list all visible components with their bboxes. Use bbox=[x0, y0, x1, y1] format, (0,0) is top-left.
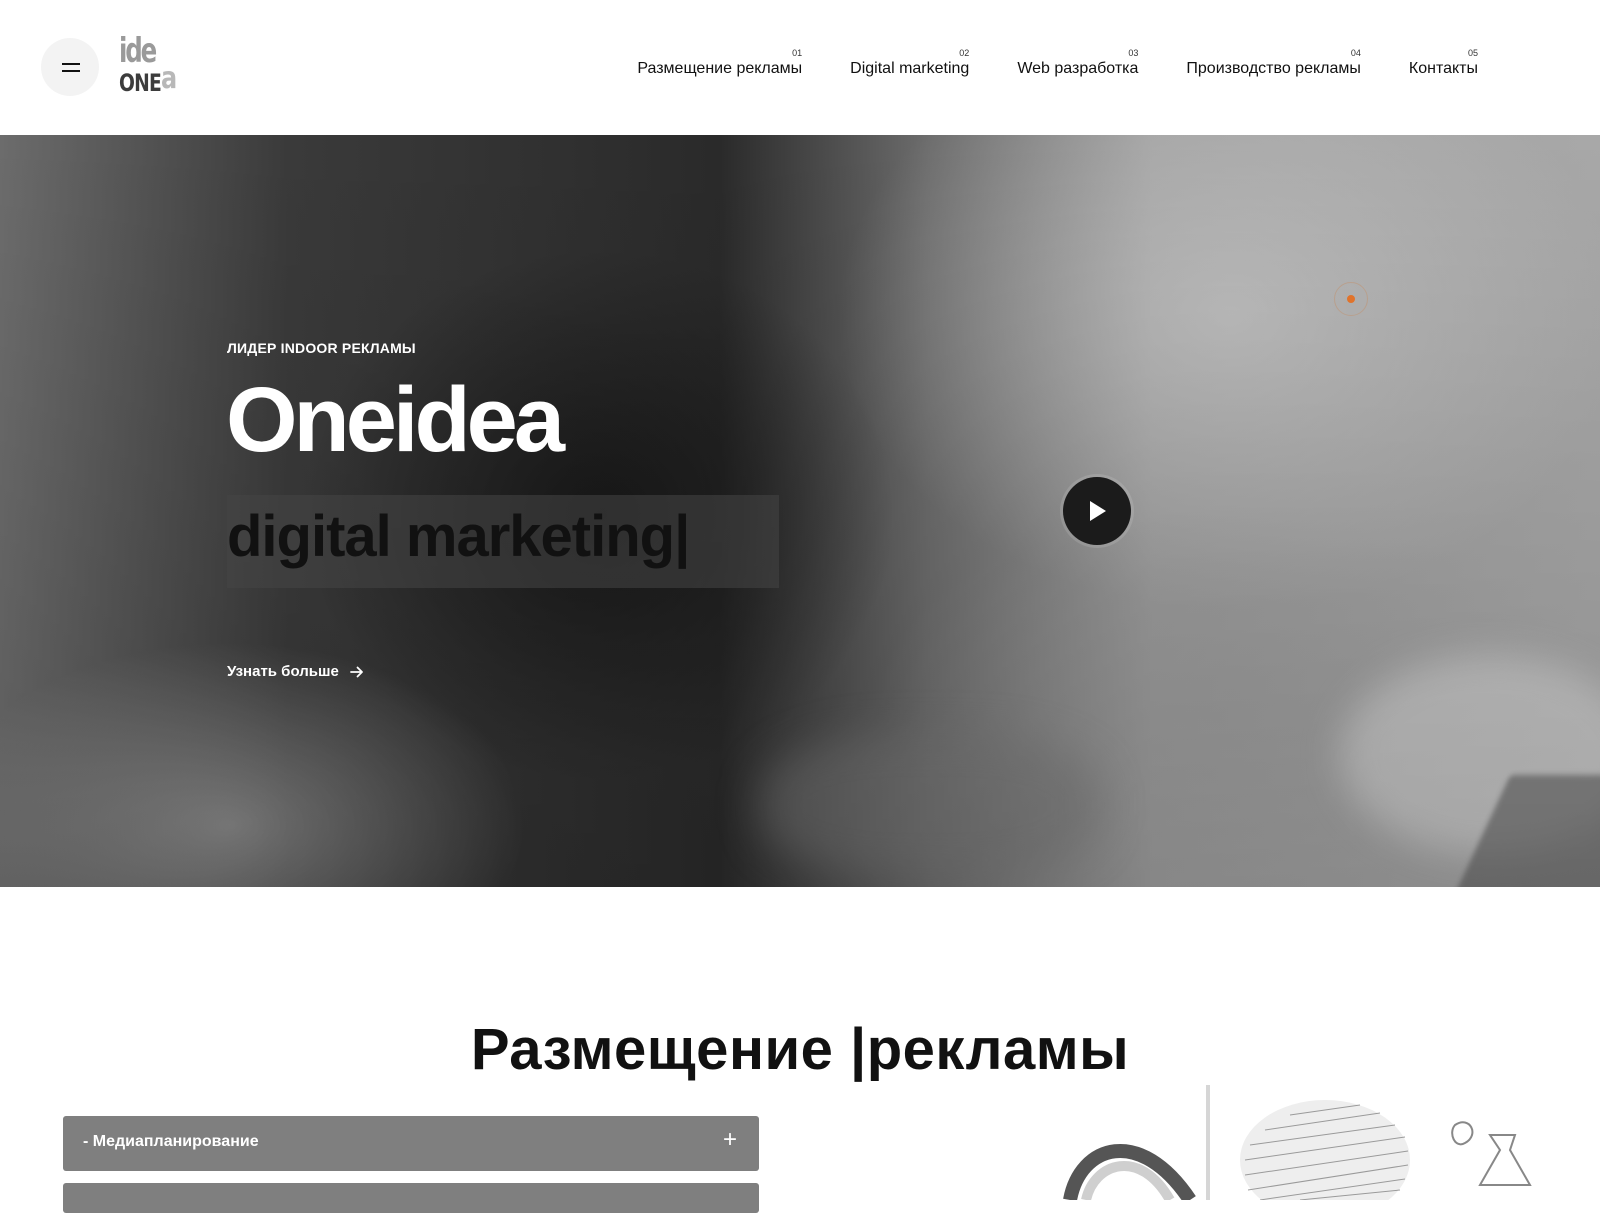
hero-typed-box: digital marketing| bbox=[227, 495, 779, 588]
nav-item-production[interactable]: 04 Производство рекламы bbox=[1186, 48, 1360, 78]
logo-bottom-text: ONE bbox=[119, 69, 162, 97]
accordion-media-planning[interactable]: - Медиапланирование + bbox=[63, 1116, 759, 1171]
logo[interactable]: ide ONE a bbox=[119, 34, 187, 100]
logo-top-text: ide bbox=[119, 31, 157, 71]
plus-icon: + bbox=[722, 1126, 737, 1153]
learn-more-link[interactable]: Узнать больше bbox=[227, 663, 365, 680]
accordion-item[interactable] bbox=[63, 1183, 759, 1213]
hotspot-marker[interactable] bbox=[1334, 282, 1368, 316]
nav-label: Контакты bbox=[1408, 60, 1478, 77]
accordion-label: - Медиапланирование bbox=[83, 1133, 259, 1150]
logo-letter: a bbox=[161, 61, 178, 96]
nav-item-contacts[interactable]: 05 Контакты bbox=[1409, 48, 1478, 78]
play-icon bbox=[1090, 501, 1106, 521]
nav-label: Производство рекламы bbox=[1186, 60, 1361, 77]
nav-number: 04 bbox=[1350, 48, 1361, 58]
hero-title: Oneidea bbox=[226, 369, 565, 471]
menu-icon bbox=[62, 63, 80, 65]
nav-number: 01 bbox=[792, 48, 803, 58]
learn-more-label: Узнать больше bbox=[227, 663, 339, 680]
nav-label: Размещение рекламы bbox=[637, 60, 803, 77]
hamburger-menu-button[interactable] bbox=[41, 38, 99, 96]
nav-number: 02 bbox=[959, 48, 970, 58]
play-video-button[interactable] bbox=[1063, 477, 1131, 545]
arrow-right-icon bbox=[349, 666, 363, 677]
nav-item-digital-marketing[interactable]: 02 Digital marketing bbox=[850, 48, 969, 78]
nav-number: 05 bbox=[1467, 48, 1478, 58]
section-title: Размещение |рекламы bbox=[470, 1017, 1130, 1083]
hero-eyebrow: ЛИДЕР INDOOR РЕКЛАМЫ bbox=[227, 340, 416, 356]
main-nav: 01 Размещение рекламы 02 Digital marketi… bbox=[637, 48, 1478, 78]
hero-banner: ЛИДЕР INDOOR РЕКЛАМЫ Oneidea digital mar… bbox=[0, 135, 1600, 887]
menu-icon-line bbox=[62, 70, 80, 72]
nav-label: Web разработка bbox=[1017, 60, 1139, 77]
site-header: ide ONE a 01 Размещение рекламы 02 Digit… bbox=[0, 0, 1600, 135]
hero-typed-text: digital marketing| bbox=[227, 504, 690, 569]
hotspot-dot-icon bbox=[1347, 295, 1355, 303]
nav-label: Digital marketing bbox=[850, 60, 970, 77]
nav-item-advertising[interactable]: 01 Размещение рекламы bbox=[637, 48, 802, 78]
advertising-illustration bbox=[1063, 1085, 1532, 1200]
nav-number: 03 bbox=[1128, 48, 1139, 58]
nav-item-web-development[interactable]: 03 Web разработка bbox=[1017, 48, 1138, 78]
